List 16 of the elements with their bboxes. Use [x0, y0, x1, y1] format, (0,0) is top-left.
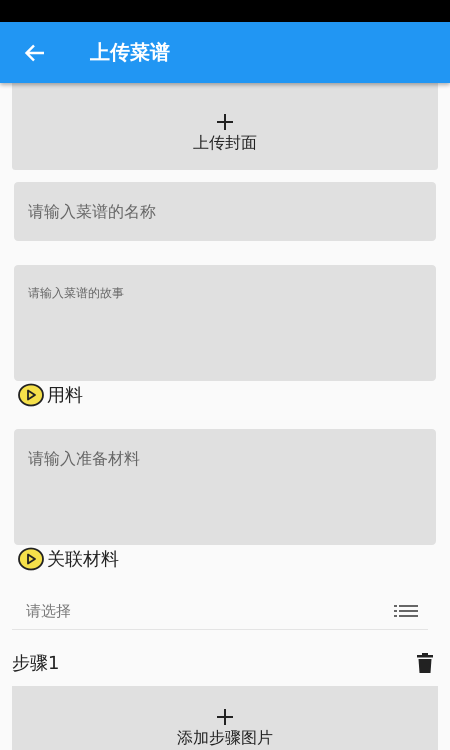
- section-heading: 用料: [47, 384, 83, 407]
- list-icon: [394, 603, 418, 619]
- page-title: 上传菜谱: [90, 39, 170, 66]
- back-icon[interactable]: [24, 42, 46, 64]
- play-icon: [17, 547, 45, 571]
- plus-icon: [216, 113, 234, 131]
- step-title: 步骤1: [12, 652, 60, 675]
- play-icon: [17, 383, 45, 407]
- delete-icon[interactable]: [416, 653, 434, 673]
- section-heading: 关联材料: [47, 548, 119, 571]
- upload-cover-button[interactable]: 上传封面: [12, 83, 438, 170]
- add-step-image-button[interactable]: 添加步骤图片: [12, 686, 438, 750]
- materials-field[interactable]: 请输入准备材料: [14, 429, 436, 545]
- recipe-name-field[interactable]: 请输入菜谱的名称: [14, 182, 436, 241]
- plus-icon: [216, 708, 234, 726]
- recipe-story-field[interactable]: 请输入菜谱的故事: [14, 265, 436, 381]
